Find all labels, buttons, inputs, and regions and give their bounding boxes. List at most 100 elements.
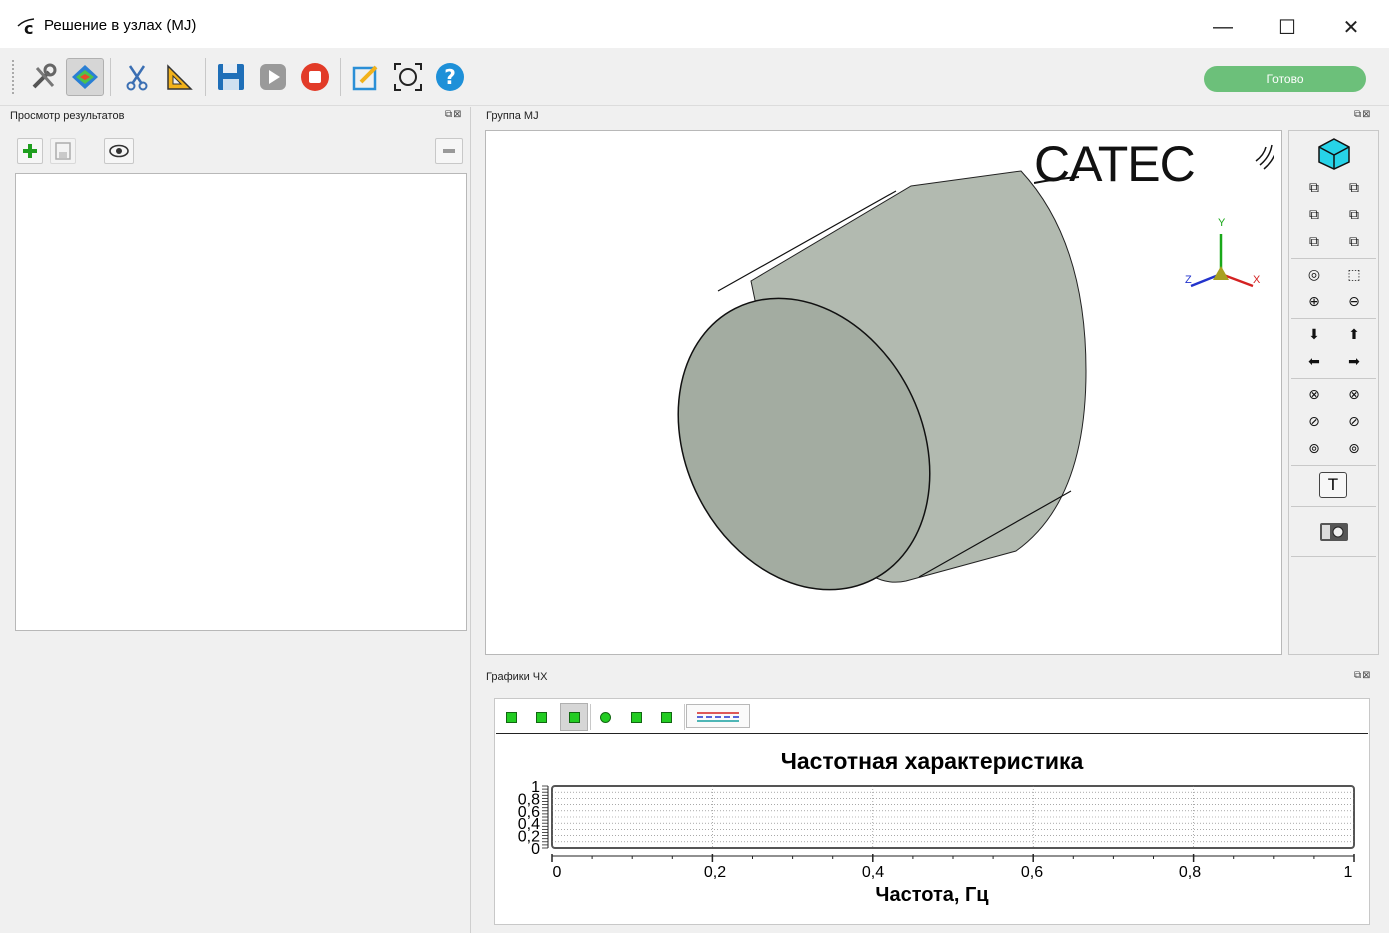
separator <box>684 704 685 730</box>
maximize-button[interactable]: ☐ <box>1264 8 1310 46</box>
separator <box>1291 465 1376 466</box>
panel-float-close-icons[interactable]: ⧉⊠ <box>445 109 463 120</box>
help-button[interactable]: ? <box>431 58 469 96</box>
iso-cube-icon[interactable] <box>1316 137 1352 171</box>
svg-text:c: c <box>24 19 33 36</box>
view-right-icon[interactable]: ⧉ <box>1345 205 1363 223</box>
panel-float-close-icons[interactable]: ⧉⊠ <box>1354 109 1372 120</box>
pan-left-icon[interactable]: ⬅ <box>1305 352 1323 370</box>
minus-icon <box>443 149 455 153</box>
zoom-in-icon[interactable]: ⊕ <box>1305 292 1323 310</box>
chart-toolbar-divider <box>496 733 1368 734</box>
tools-button[interactable] <box>25 58 63 96</box>
toolbar-separator <box>340 58 341 96</box>
view-bottom-icon[interactable]: ⧉ <box>1345 232 1363 250</box>
separator <box>1291 318 1376 319</box>
cut-button[interactable] <box>118 58 156 96</box>
view-top-icon[interactable]: ⧉ <box>1305 232 1323 250</box>
status-badge: Готово <box>1204 66 1366 92</box>
axis-y-label: Y <box>1218 217 1226 229</box>
y-tick-label: 1 <box>531 779 540 796</box>
pan-down-icon[interactable]: ⬇ <box>1305 325 1323 343</box>
chart-tool-3-button[interactable] <box>560 703 588 731</box>
view-controls-bar: ⧉ ⧉ ⧉ ⧉ ⧉ ⧉ ◎ ⬚ ⊕ ⊖ ⬇ ⬆ ⬅ ➡ ⊗ ⊗ ⊘ ⊘ ⊚ ⊚ … <box>1288 130 1379 655</box>
rotate-z-ccw-icon[interactable]: ⊚ <box>1305 439 1323 457</box>
separator <box>590 704 591 730</box>
chart-panel-title: Графики ЧХ <box>486 671 548 683</box>
chart-mode-icon <box>535 711 547 723</box>
pan-right-icon[interactable]: ➡ <box>1345 352 1363 370</box>
stop-button[interactable] <box>296 58 334 96</box>
results-map-icon <box>72 65 98 89</box>
close-button[interactable]: ✕ <box>1328 8 1374 46</box>
stop-icon <box>301 63 329 91</box>
remove-result-button[interactable] <box>435 138 463 164</box>
x-axis-label: Частота, Гц <box>875 884 989 906</box>
x-tick-label: 0,6 <box>1020 864 1044 881</box>
main-toolbar <box>0 48 1389 106</box>
edit-icon <box>352 65 378 91</box>
axis-x-label: X <box>1253 274 1261 286</box>
results-map-button[interactable] <box>66 58 104 96</box>
3d-viewport[interactable]: CATEC Y X Z <box>485 130 1282 655</box>
view-panel-title: Группа MJ <box>486 110 539 122</box>
frequency-plot[interactable]: 00,20,40,60,81 <box>494 778 1370 868</box>
title-bar <box>0 0 1389 48</box>
save-button[interactable] <box>212 58 250 96</box>
chart-tool-2-button[interactable] <box>530 706 552 728</box>
chart-mode-icon <box>568 711 580 723</box>
panel-float-close-icons[interactable]: ⧉⊠ <box>1354 670 1372 681</box>
chart-title: Частотная характеристика <box>780 748 1084 774</box>
chart-tool-6-button[interactable] <box>655 706 677 728</box>
minimize-button[interactable]: — <box>1200 8 1246 46</box>
chart-tool-1-button[interactable] <box>500 706 522 728</box>
x-tick-label: 0,4 <box>861 864 885 881</box>
eye-icon <box>109 144 129 158</box>
results-panel-title: Просмотр результатов <box>10 110 125 122</box>
zoom-out-icon[interactable]: ⊖ <box>1345 292 1363 310</box>
edit-button[interactable] <box>347 58 385 96</box>
pan-up-icon[interactable]: ⬆ <box>1345 325 1363 343</box>
chart-tool-5-button[interactable] <box>625 706 647 728</box>
camera-icon[interactable] <box>1319 520 1349 542</box>
svg-text:?: ? <box>444 65 456 89</box>
rotate-y-ccw-icon[interactable]: ⊘ <box>1305 412 1323 430</box>
target-button[interactable] <box>389 58 427 96</box>
zoom-window-icon[interactable]: ⬚ <box>1345 265 1363 283</box>
window-title: Решение в узлах (MJ) <box>44 17 197 34</box>
chart-mode-icon <box>505 711 517 723</box>
save-icon <box>218 64 244 90</box>
view-left-icon[interactable]: ⧉ <box>1305 205 1323 223</box>
separator <box>1291 506 1376 507</box>
view-back-icon[interactable]: ⧉ <box>1345 178 1363 196</box>
plus-icon <box>23 144 37 158</box>
chart-mode-icon <box>660 711 672 723</box>
add-result-button[interactable] <box>17 138 43 164</box>
results-list[interactable] <box>15 173 467 631</box>
text-label-button[interactable]: T <box>1319 472 1347 498</box>
legend-toggle-button[interactable] <box>686 704 750 728</box>
chart-tool-4-button[interactable] <box>594 706 616 728</box>
x-tick-label: 0,2 <box>703 864 727 881</box>
zoom-fit-icon[interactable]: ◎ <box>1305 265 1323 283</box>
chart-mode-icon <box>599 711 611 723</box>
save-result-button[interactable] <box>50 138 76 164</box>
help-icon: ? <box>436 63 464 91</box>
rotate-y-cw-icon[interactable]: ⊘ <box>1345 412 1363 430</box>
chart-mode-icon <box>630 711 642 723</box>
cut-icon <box>126 65 148 91</box>
run-button[interactable] <box>254 58 292 96</box>
measure-icon <box>167 64 193 90</box>
measure-button[interactable] <box>160 58 198 96</box>
play-icon <box>260 64 286 90</box>
toolbar-grip[interactable] <box>12 60 18 94</box>
toolbar-separator <box>110 58 111 96</box>
rotate-x-cw-icon[interactable]: ⊗ <box>1345 385 1363 403</box>
rotate-x-ccw-icon[interactable]: ⊗ <box>1305 385 1323 403</box>
x-tick-label: 0,8 <box>1178 864 1202 881</box>
catec-logo-swoosh-icon <box>1034 144 1274 184</box>
show-result-button[interactable] <box>104 138 134 164</box>
view-front-icon[interactable]: ⧉ <box>1305 178 1323 196</box>
rotate-z-cw-icon[interactable]: ⊚ <box>1345 439 1363 457</box>
legend-lines-icon <box>697 712 739 722</box>
